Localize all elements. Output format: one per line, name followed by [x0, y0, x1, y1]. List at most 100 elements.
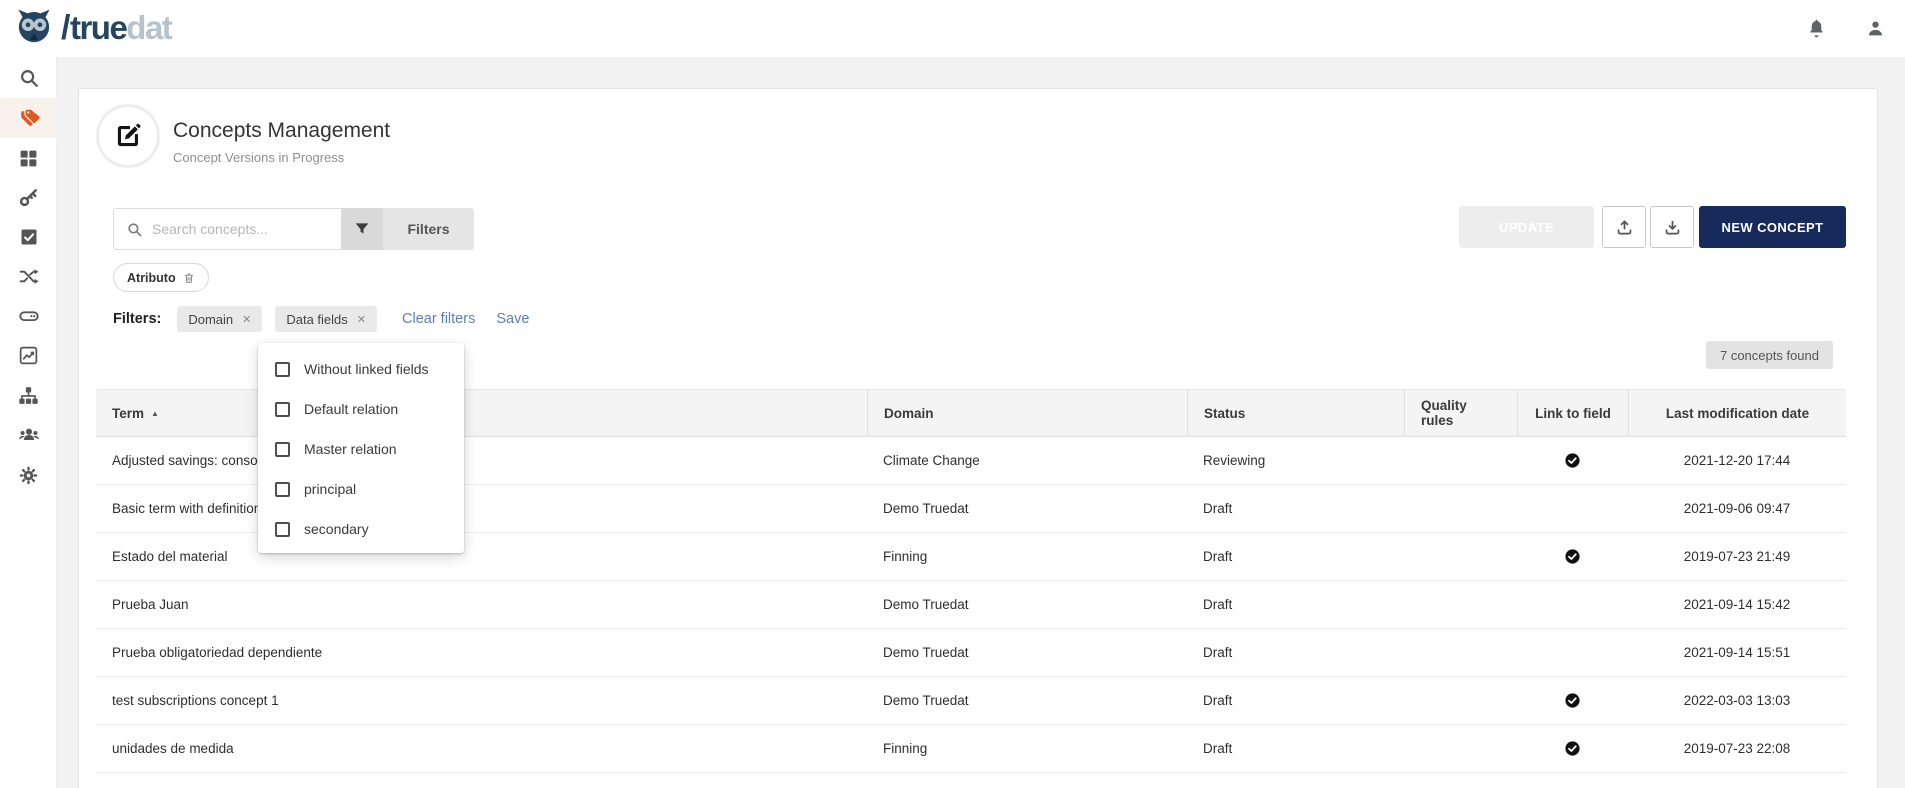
table-row[interactable]: test subscriptions concept 1 Demo Trueda…: [96, 677, 1846, 725]
status-cell: Draft: [1187, 581, 1404, 628]
dropdown-option-without-linked-fields[interactable]: Without linked fields: [258, 349, 464, 389]
attribute-chip[interactable]: Atributo: [113, 263, 209, 292]
filter-chip-label: Data fields: [286, 312, 347, 327]
checkbox-icon[interactable]: [275, 362, 290, 377]
status-cell: Draft: [1187, 533, 1404, 580]
page-subtitle: Concept Versions in Progress: [173, 150, 344, 165]
check-circle-icon: [1564, 692, 1581, 709]
link-to-field-cell: [1517, 725, 1628, 772]
filter-chip-domain[interactable]: Domain ✕: [177, 306, 262, 332]
column-header-quality-rules[interactable]: Quality rules: [1404, 390, 1517, 436]
table-row[interactable]: Prueba Juan Demo Truedat Draft 2021-09-1…: [96, 581, 1846, 629]
domain-cell: Finning: [867, 725, 1187, 772]
upload-icon: [1615, 218, 1634, 237]
sidebar-item-structures[interactable]: [0, 375, 57, 415]
sidebar-item-search[interactable]: [0, 58, 57, 98]
dropdown-option-principal[interactable]: principal: [258, 469, 464, 509]
column-header-link-to-field[interactable]: Link to field: [1517, 390, 1628, 436]
close-icon[interactable]: ✕: [357, 313, 366, 326]
sidebar-item-settings[interactable]: [0, 455, 57, 495]
column-header-domain[interactable]: Domain: [867, 390, 1187, 436]
quality-rules-cell: [1404, 581, 1517, 628]
term-cell[interactable]: Prueba Juan: [96, 581, 867, 628]
link-to-field-cell: [1517, 629, 1628, 676]
sidebar-item-modules[interactable]: [0, 138, 57, 178]
filter-funnel-button[interactable]: [341, 208, 383, 250]
checkbox-icon[interactable]: [275, 482, 290, 497]
sidebar-item-dashboards[interactable]: [0, 335, 57, 375]
page-title: Concepts Management: [173, 119, 390, 143]
search-icon: [126, 221, 143, 238]
term-cell[interactable]: Adjusted savings: consolidated savings c…: [96, 437, 867, 484]
update-button[interactable]: UPDATE: [1459, 206, 1594, 248]
sidebar-item-concepts[interactable]: [0, 98, 57, 138]
filter-chip-data-fields[interactable]: Data fields ✕: [275, 306, 377, 332]
sort-asc-icon: ▲: [151, 409, 159, 418]
column-header-term[interactable]: Term▲: [96, 390, 867, 436]
sitemap-icon: [18, 385, 39, 406]
search-icon: [18, 67, 40, 89]
term-cell[interactable]: test subscriptions concept 1: [96, 677, 867, 724]
gear-icon: [18, 465, 39, 486]
filters-label: Filters:: [113, 311, 161, 327]
close-icon[interactable]: ✕: [242, 313, 251, 326]
term-cell[interactable]: Estado del material: [96, 533, 867, 580]
domain-cell: Finning: [867, 533, 1187, 580]
column-header-status[interactable]: Status: [1187, 390, 1404, 436]
dropdown-option-label: Default relation: [304, 401, 398, 417]
trash-icon[interactable]: [183, 272, 195, 284]
date-cell: 2022-03-03 13:03: [1628, 677, 1846, 724]
notifications-bell-icon[interactable]: [1806, 18, 1828, 40]
dropdown-option-default-relation[interactable]: Default relation: [258, 389, 464, 429]
quality-rules-cell: [1404, 437, 1517, 484]
search-box: [113, 208, 341, 250]
term-cell[interactable]: Prueba obligatoriedad dependiente: [96, 629, 867, 676]
concepts-management-card: Concepts Management Concept Versions in …: [78, 88, 1878, 788]
link-to-field-cell: [1517, 485, 1628, 532]
dropdown-option-master-relation[interactable]: Master relation: [258, 429, 464, 469]
truedat-logo[interactable]: /truedat: [12, 6, 171, 50]
upload-button[interactable]: [1602, 206, 1646, 248]
column-header-last-modification-date[interactable]: Last modification date: [1628, 390, 1846, 436]
date-cell: 2021-09-14 15:42: [1628, 581, 1846, 628]
download-button[interactable]: [1650, 206, 1694, 248]
key-icon: [18, 187, 39, 208]
check-circle-icon: [1564, 452, 1581, 469]
save-filters-link[interactable]: Save: [496, 311, 529, 327]
filters-button[interactable]: Filters: [383, 208, 474, 250]
term-cell[interactable]: unidades de medida: [96, 725, 867, 772]
link-to-field-cell: [1517, 581, 1628, 628]
domain-cell: Demo Truedat: [867, 629, 1187, 676]
filter-chip-label: Domain: [188, 312, 233, 327]
sidebar-item-data-sources[interactable]: [0, 296, 57, 336]
sidebar-item-permissions[interactable]: [0, 177, 57, 217]
sidebar-nav: [0, 57, 57, 788]
search-input[interactable]: [152, 221, 322, 237]
term-cell[interactable]: Basic term with definition: [96, 485, 867, 532]
table-row[interactable]: Prueba obligatoriedad dependiente Demo T…: [96, 629, 1846, 677]
quality-rules-cell: [1404, 629, 1517, 676]
status-cell: Draft: [1187, 725, 1404, 772]
edit-concept-icon: [113, 121, 143, 151]
date-cell: 2021-09-06 09:47: [1628, 485, 1846, 532]
checkbox-icon[interactable]: [275, 402, 290, 417]
link-to-field-cell: [1517, 437, 1628, 484]
clear-filters-link[interactable]: Clear filters: [402, 311, 475, 327]
date-cell: 2021-12-20 17:44: [1628, 437, 1846, 484]
search-filter-group: Filters: [113, 208, 474, 250]
sidebar-item-lineage[interactable]: [0, 256, 57, 296]
checkbox-icon[interactable]: [275, 442, 290, 457]
sidebar-item-users[interactable]: [0, 415, 57, 455]
table-row[interactable]: unidades de medida Finning Draft 2019-07…: [96, 725, 1846, 773]
active-filters-row: Filters: Domain ✕ Data fields ✕ Clear fi…: [113, 305, 529, 333]
checkbox-icon[interactable]: [275, 522, 290, 537]
new-concept-button[interactable]: NEW CONCEPT: [1699, 206, 1846, 248]
shuffle-icon: [18, 266, 39, 287]
domain-cell: Demo Truedat: [867, 677, 1187, 724]
quality-rules-cell: [1404, 725, 1517, 772]
logo-text: /truedat: [58, 9, 171, 48]
status-cell: Reviewing: [1187, 437, 1404, 484]
dropdown-option-secondary[interactable]: secondary: [258, 509, 464, 549]
user-profile-icon[interactable]: [1865, 18, 1887, 40]
sidebar-item-quality[interactable]: [0, 217, 57, 257]
